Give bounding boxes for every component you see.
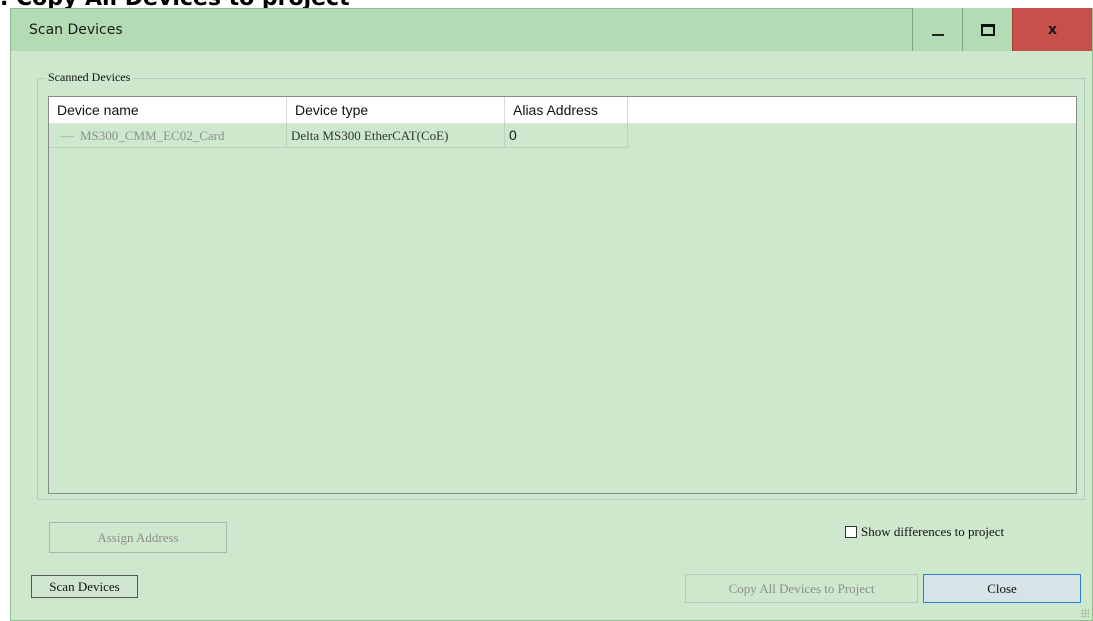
scan-devices-button[interactable]: Scan Devices — [31, 575, 138, 598]
maximize-button[interactable] — [962, 8, 1012, 51]
grid-header: Device name Device type Alias Address — [49, 97, 1076, 124]
tree-line-icon: — — [61, 128, 74, 143]
column-header-device-name[interactable]: Device name — [49, 97, 287, 123]
maximize-icon — [980, 23, 995, 36]
show-differences-label: Show differences to project — [861, 524, 1005, 539]
device-name-value: MS300_CMM_EC02_Card — [80, 128, 225, 143]
table-row[interactable]: — MS300_CMM_EC02_Card Delta MS300 EtherCA… — [49, 123, 629, 148]
copy-all-devices-button[interactable]: Copy All Devices to Project — [685, 574, 918, 603]
show-differences-checkbox[interactable] — [845, 526, 857, 538]
minimize-icon — [931, 33, 944, 36]
close-window-button[interactable]: x — [1012, 8, 1092, 51]
close-button[interactable]: Close — [923, 574, 1081, 603]
resize-grip-icon[interactable] — [1081, 609, 1089, 617]
alias-address-cell[interactable]: 0 — [505, 123, 628, 148]
dialog-client-area: Scanned Devices Device name Device type … — [11, 51, 1092, 620]
device-type-cell[interactable]: Delta MS300 EtherCAT(CoE) — [287, 123, 505, 148]
scan-devices-window: Scan Devices x Scanned Devices Device na… — [10, 8, 1093, 621]
minimize-button[interactable] — [912, 8, 962, 51]
assign-address-button[interactable]: Assign Address — [49, 522, 227, 553]
devices-grid[interactable]: Device name Device type Alias Address — M… — [48, 96, 1077, 494]
scanned-devices-label: Scanned Devices — [45, 70, 134, 85]
column-header-device-type[interactable]: Device type — [287, 97, 505, 123]
column-header-alias-address[interactable]: Alias Address — [505, 97, 628, 123]
close-icon: x — [1047, 21, 1058, 38]
device-name-cell[interactable]: — MS300_CMM_EC02_Card — [49, 123, 287, 148]
show-differences-toggle[interactable]: Show differences to project — [845, 524, 1004, 540]
window-title: Scan Devices — [29, 22, 123, 38]
